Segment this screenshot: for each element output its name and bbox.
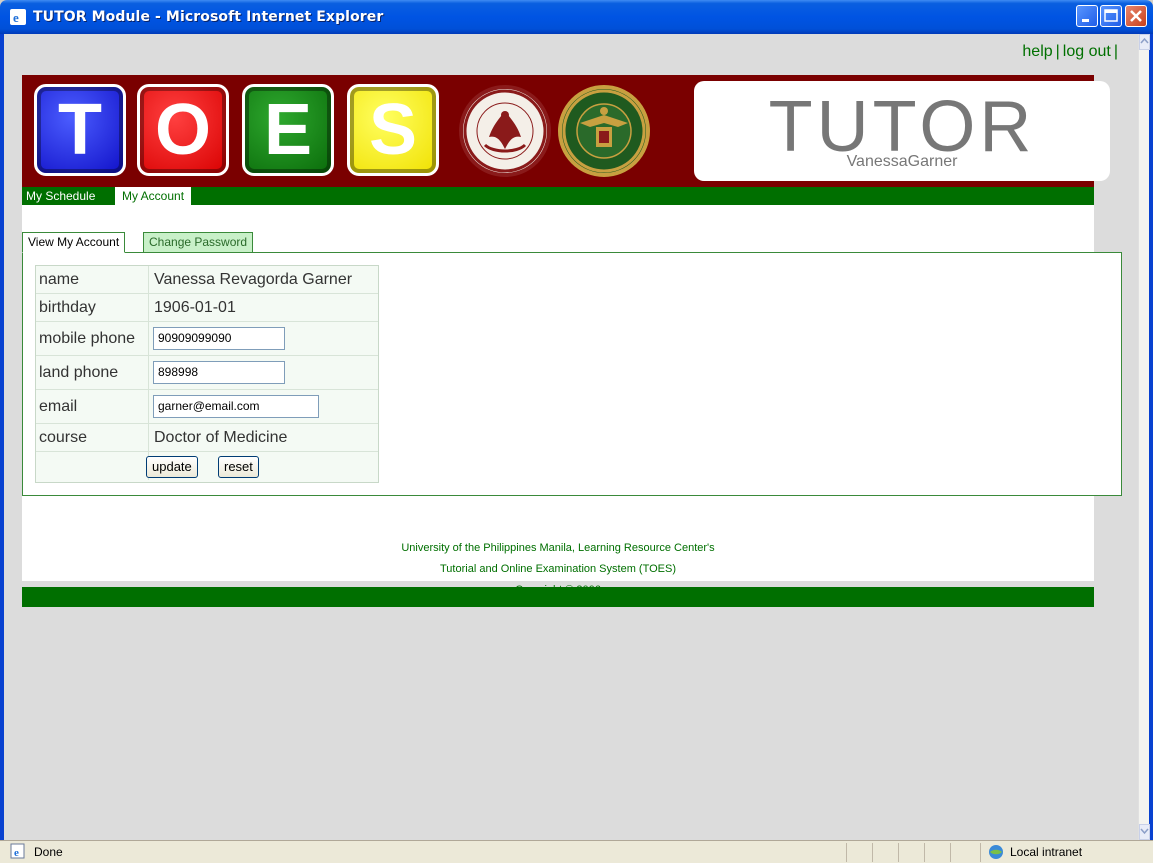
chevron-down-icon	[1140, 828, 1149, 835]
svg-text:e: e	[13, 10, 19, 25]
table-row: course Doctor of Medicine	[36, 424, 378, 452]
minimize-button[interactable]	[1076, 5, 1098, 27]
ie-icon: e	[10, 9, 26, 25]
button-cell-spacer	[39, 452, 149, 480]
chevron-up-icon	[1140, 37, 1149, 44]
email-label: email	[39, 390, 149, 424]
logout-link[interactable]: log out	[1063, 43, 1111, 60]
learning-resource-center-seal-icon	[459, 85, 551, 177]
course-value: Doctor of Medicine	[154, 429, 288, 446]
birthday-value: 1906-01-01	[154, 299, 236, 316]
footer-bar	[22, 587, 1094, 607]
mobile-phone-label: mobile phone	[39, 322, 149, 356]
browser-viewport: help | log out | T O E S TUTOR VanessaGarne…	[4, 34, 1138, 840]
logo-letter-e: E	[242, 84, 334, 176]
table-row: land phone 898998	[36, 356, 378, 390]
status-divider	[846, 843, 847, 862]
header-banner: T O E S TUTOR VanessaGarner	[22, 75, 1110, 187]
maximize-icon	[1104, 9, 1118, 22]
mobile-phone-field[interactable]: 90909099090	[153, 327, 285, 350]
name-value: Vanessa Revagorda Garner	[154, 271, 353, 288]
table-row: name Vanessa Revagorda Garner	[36, 266, 378, 294]
land-phone-field[interactable]: 898998	[153, 361, 285, 384]
logo-letter-s: S	[347, 84, 439, 176]
logo-letter-t: T	[34, 84, 126, 176]
status-divider	[872, 843, 873, 862]
logo-letter-o: O	[137, 84, 229, 176]
window-titlebar[interactable]: e TUTOR Module - Microsoft Internet Expl…	[0, 0, 1153, 34]
nav-my-schedule[interactable]: My Schedule	[22, 188, 99, 205]
link-separator: |	[1113, 43, 1118, 60]
account-table: name Vanessa Revagorda Garner birthday 1…	[35, 265, 379, 483]
update-button[interactable]: update	[146, 456, 198, 478]
table-row: mobile phone 90909099090	[36, 322, 378, 356]
help-link[interactable]: help	[1022, 43, 1052, 60]
name-label: name	[39, 266, 149, 294]
land-phone-label: land phone	[39, 356, 149, 390]
status-divider	[924, 843, 925, 862]
status-divider	[980, 843, 981, 862]
table-row: email garner@email.com	[36, 390, 378, 424]
tab-view-my-account[interactable]: View My Account	[22, 232, 126, 253]
nav-my-account[interactable]: My Account	[115, 187, 192, 205]
account-panel: name Vanessa Revagorda Garner birthday 1…	[22, 252, 1122, 496]
status-text: Done	[34, 845, 63, 859]
close-button[interactable]	[1125, 5, 1147, 27]
birthday-label: birthday	[39, 294, 149, 322]
status-bar: e Done Local intranet	[0, 840, 1153, 863]
top-links: help | log out |	[1022, 43, 1121, 61]
status-divider	[950, 843, 951, 862]
email-field[interactable]: garner@email.com	[153, 395, 319, 418]
footer-line-1: University of the Philippines Manila, Le…	[401, 542, 715, 554]
minimize-icon	[1082, 19, 1089, 22]
footer-line-2: Tutorial and Online Examination System (…	[440, 563, 676, 575]
scroll-up-arrow[interactable]	[1139, 34, 1150, 50]
table-row: update reset	[36, 452, 378, 482]
main-nav: My Schedule My Account	[22, 187, 1094, 205]
status-divider	[898, 843, 899, 862]
scroll-down-arrow[interactable]	[1139, 824, 1150, 840]
svg-text:e: e	[14, 847, 19, 859]
username: VanessaGarner	[846, 153, 958, 170]
module-title-box: TUTOR VanessaGarner	[694, 81, 1110, 181]
window-frame-right	[1149, 34, 1153, 840]
vertical-scrollbar[interactable]	[1138, 34, 1150, 840]
course-label: course	[39, 424, 149, 452]
university-philippines-seal-icon	[558, 85, 650, 177]
link-separator: |	[1055, 43, 1060, 60]
tab-change-password[interactable]: Change Password	[143, 232, 254, 253]
table-row: birthday 1906-01-01	[36, 294, 378, 322]
content-area: View My Account Change Password name Van…	[22, 205, 1122, 596]
window-title: TUTOR Module - Microsoft Internet Explor…	[33, 9, 384, 25]
security-zone: Local intranet	[1010, 845, 1083, 859]
page-done-icon: e	[10, 843, 25, 859]
close-icon	[1130, 10, 1142, 22]
maximize-button[interactable]	[1100, 5, 1122, 27]
local-intranet-icon	[989, 845, 1003, 859]
reset-button[interactable]: reset	[218, 456, 259, 478]
